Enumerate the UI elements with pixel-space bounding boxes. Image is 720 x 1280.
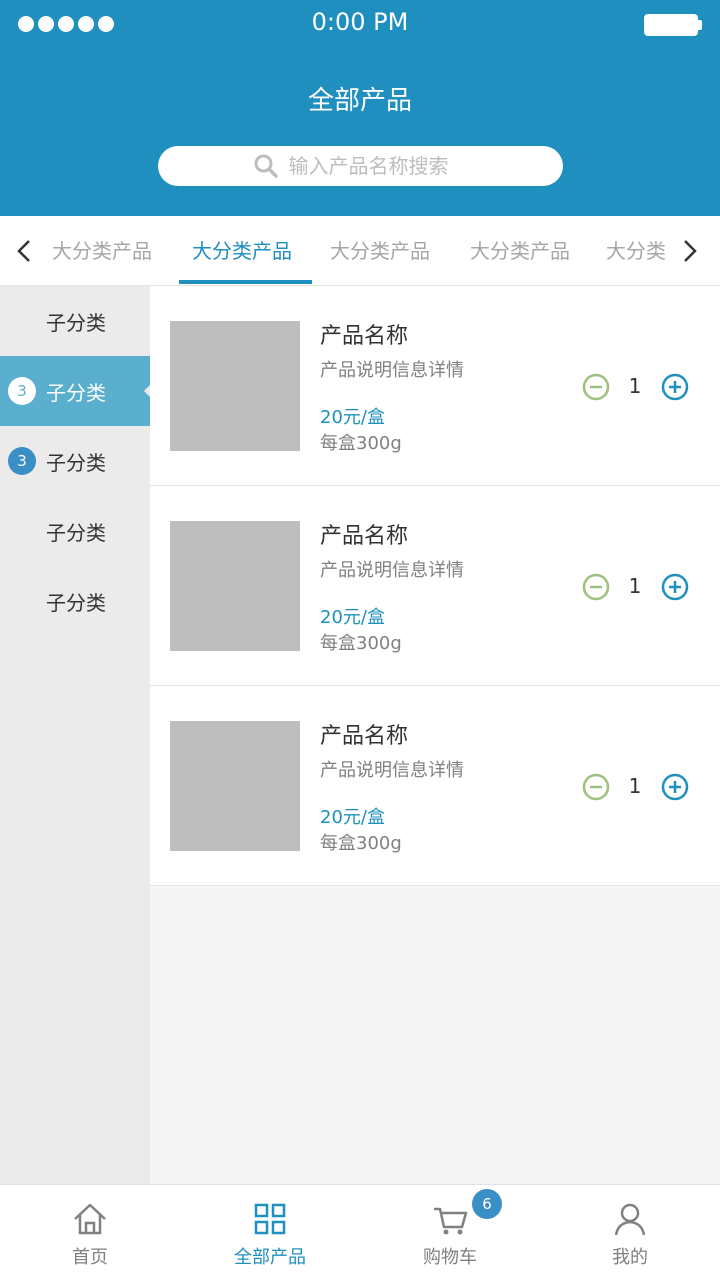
product-name: 产品名称: [320, 724, 409, 749]
product-description: 产品说明信息详情: [320, 560, 464, 581]
product-image[interactable]: [170, 521, 300, 651]
search-input[interactable]: [288, 154, 469, 178]
cart-icon-wrap: 6: [432, 1189, 502, 1237]
cart-icon: [434, 1207, 468, 1235]
category-tab[interactable]: 大分类产品: [470, 216, 570, 286]
product-spec: 每盒300g: [320, 433, 402, 454]
user-icon: [614, 1203, 646, 1236]
product-price: 20元/盒: [320, 807, 385, 828]
nav-all-products[interactable]: 全部产品: [180, 1185, 360, 1280]
product-price: 20元/盒: [320, 407, 385, 428]
product-list: 产品名称 产品说明信息详情 20元/盒 每盒300g 1 产品名称 产品说明信息…: [150, 286, 720, 886]
cart-count-badge: 6: [472, 1189, 502, 1219]
category-tab[interactable]: 大分类产品: [52, 216, 152, 286]
battery-icon: [644, 14, 702, 36]
category-tabs: 大分类产品 大分类产品 大分类产品 大分类产品 大分类: [0, 216, 720, 286]
quantity-value: 1: [628, 574, 642, 598]
chevron-left-icon[interactable]: [14, 216, 34, 286]
plus-icon[interactable]: [661, 573, 689, 601]
sidebar-item-label: 子分类: [46, 310, 106, 335]
quantity-value: 1: [628, 774, 642, 798]
product-card[interactable]: 产品名称 产品说明信息详情 20元/盒 每盒300g 1: [150, 486, 720, 686]
product-price: 20元/盒: [320, 607, 385, 628]
product-name: 产品名称: [320, 324, 409, 349]
status-time: 0:00 PM: [311, 8, 409, 36]
product-spec: 每盒300g: [320, 833, 402, 854]
nav-profile[interactable]: 我的: [540, 1185, 720, 1280]
plus-icon[interactable]: [661, 773, 689, 801]
sidebar-item[interactable]: 子分类: [0, 286, 150, 356]
count-badge: 3: [8, 447, 36, 475]
sidebar-item-active[interactable]: 3 子分类: [0, 356, 150, 426]
nav-label: 我的: [612, 1247, 648, 1268]
nav-cart[interactable]: 6 购物车: [360, 1185, 540, 1280]
product-image[interactable]: [170, 721, 300, 851]
search-icon: [254, 154, 278, 178]
search-bar[interactable]: [158, 146, 563, 186]
category-tab-active[interactable]: 大分类产品: [192, 216, 292, 286]
minus-icon[interactable]: [582, 573, 610, 601]
nav-home[interactable]: 首页: [0, 1185, 180, 1280]
product-description: 产品说明信息详情: [320, 760, 464, 781]
count-badge: 3: [8, 377, 36, 405]
chevron-right-icon[interactable]: [680, 216, 700, 286]
product-card[interactable]: 产品名称 产品说明信息详情 20元/盒 每盒300g 1: [150, 686, 720, 886]
category-tab[interactable]: 大分类: [606, 216, 666, 286]
sidebar-item[interactable]: 3 子分类: [0, 426, 150, 496]
product-name: 产品名称: [320, 524, 409, 549]
product-spec: 每盒300g: [320, 633, 402, 654]
product-description: 产品说明信息详情: [320, 360, 464, 381]
nav-label: 全部产品: [234, 1247, 306, 1268]
sidebar-item-label: 子分类: [46, 450, 106, 475]
bottom-nav: 首页 全部产品 6 购物车 我的: [0, 1184, 720, 1280]
product-card[interactable]: 产品名称 产品说明信息详情 20元/盒 每盒300g 1: [150, 286, 720, 486]
product-image[interactable]: [170, 321, 300, 451]
minus-icon[interactable]: [582, 373, 610, 401]
grid-icon: [254, 1203, 286, 1235]
quantity-value: 1: [628, 374, 642, 398]
subcategory-sidebar: 子分类 3 子分类 3 子分类 子分类 子分类: [0, 286, 150, 1184]
home-icon: [74, 1203, 106, 1235]
nav-label: 购物车: [423, 1247, 477, 1268]
minus-icon[interactable]: [582, 773, 610, 801]
nav-label: 首页: [72, 1247, 108, 1268]
header-bar: 0:00 PM 全部产品: [0, 0, 720, 216]
category-tab[interactable]: 大分类产品: [330, 216, 430, 286]
sidebar-item-label: 子分类: [46, 520, 106, 545]
active-tab-indicator: [179, 280, 312, 284]
sidebar-item-label: 子分类: [46, 380, 106, 405]
page-title: 全部产品: [307, 86, 412, 116]
plus-icon[interactable]: [661, 373, 689, 401]
sidebar-item-label: 子分类: [46, 590, 106, 615]
sidebar-item[interactable]: 子分类: [0, 566, 150, 636]
sidebar-item[interactable]: 子分类: [0, 496, 150, 566]
